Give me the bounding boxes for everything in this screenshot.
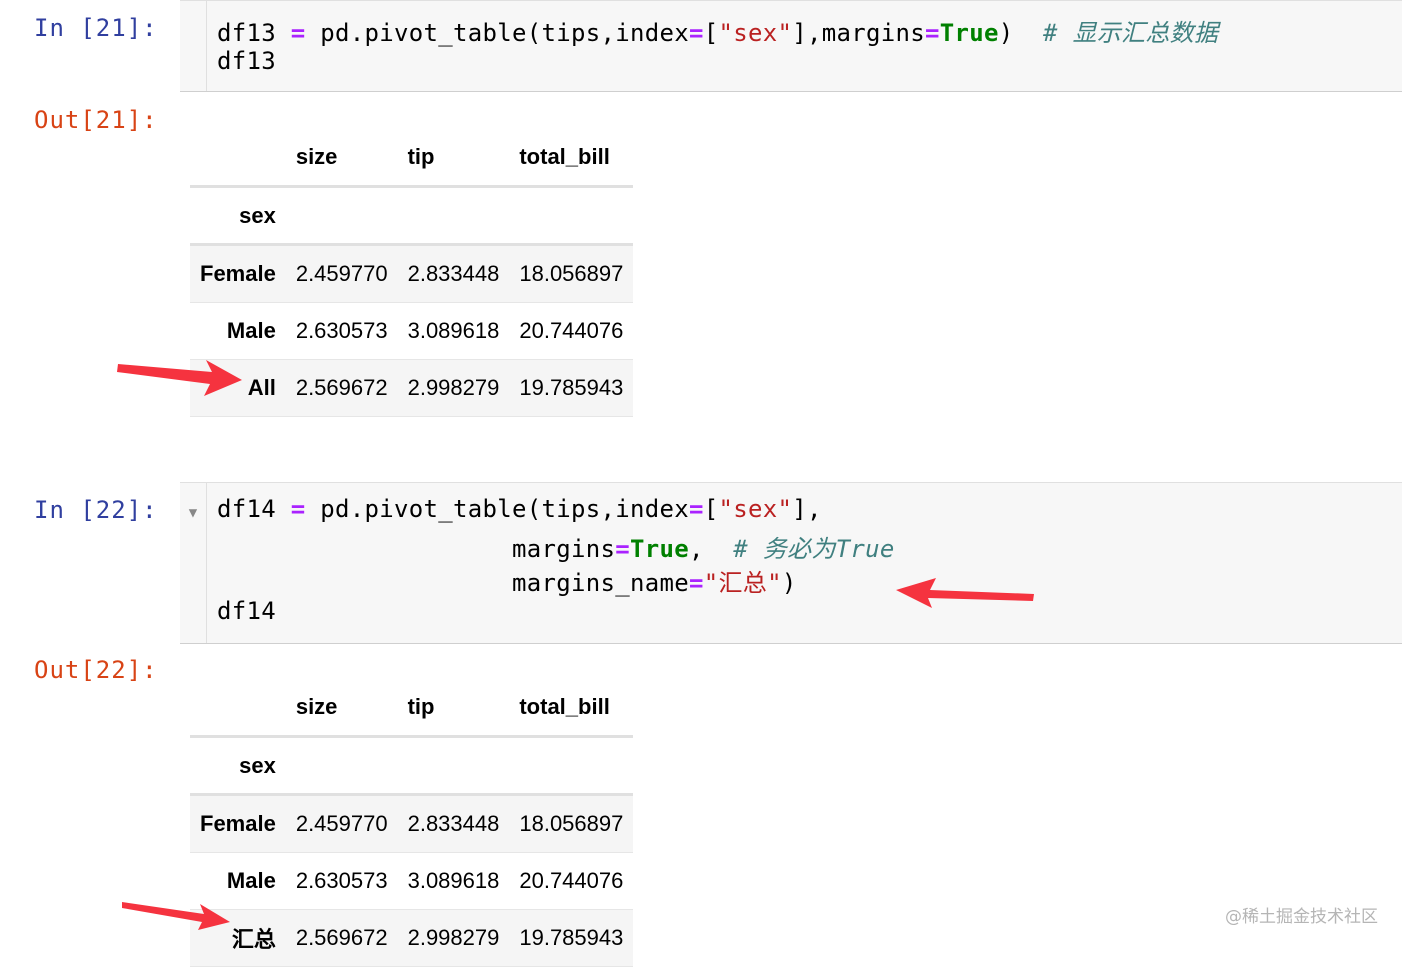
table-cell: 2.459770	[295, 811, 388, 836]
table-row: All 2.569672 2.998279 19.785943	[190, 359, 634, 417]
output-dataframe: size tip total_bill sex Female 2.459770 …	[190, 678, 634, 967]
code-token-cmt: # 务必为True	[733, 535, 895, 563]
table-cell: 2.630573	[295, 318, 388, 343]
table-cell: 3.089618	[407, 318, 500, 343]
table-cell: 20.744076	[519, 318, 624, 343]
column-header-row: size tip total_bill	[190, 678, 634, 738]
column-header: total_bill	[509, 678, 634, 738]
annotation-arrow-icon	[122, 902, 230, 930]
code-token: pd.pivot_table(tips,index	[305, 19, 689, 47]
code-editor[interactable]: df13 = pd.pivot_table(tips,index=["sex"]…	[206, 1, 1402, 91]
code-token: ,	[688, 535, 734, 563]
table-row: Female 2.459770 2.833448 18.056897	[190, 244, 634, 303]
watermark: @稀土掘金技术社区	[1225, 907, 1378, 927]
code-token: margins_name	[217, 569, 689, 597]
code-token: df13	[217, 47, 276, 75]
code-token: df14	[217, 597, 276, 625]
code-editor[interactable]: df14 = pd.pivot_table(tips,index=["sex"]…	[206, 483, 1402, 643]
code-line: df13 = pd.pivot_table(tips,index=["sex"]…	[217, 13, 1218, 48]
code-line: margins=True, # 务必为True	[217, 529, 895, 564]
code-token-str: "sex"	[718, 19, 793, 47]
index-name-row: sex	[190, 186, 634, 246]
code-token: margins	[217, 535, 616, 563]
output-dataframe: size tip total_bill sex Female 2.459770 …	[190, 128, 634, 417]
table-cell: 2.833448	[407, 811, 500, 836]
code-token: )	[998, 19, 1043, 47]
code-token-op: =	[688, 19, 704, 47]
table-cell: 2.998279	[407, 375, 500, 400]
table-cell: 2.569672	[295, 925, 388, 950]
input-prompt: In [22]:	[34, 496, 158, 524]
output-prompt: Out[21]:	[34, 106, 158, 134]
code-token-kw: True	[939, 19, 999, 47]
code-token: [	[703, 495, 719, 523]
input-prompt: In [21]:	[34, 14, 158, 42]
table-cell: 3.089618	[407, 868, 500, 893]
table-row: Male 2.630573 3.089618 20.744076	[190, 303, 634, 360]
column-header: tip	[397, 678, 510, 738]
code-cell[interactable]: df13 = pd.pivot_table(tips,index=["sex"]…	[180, 0, 1402, 92]
code-line: df14 = pd.pivot_table(tips,index=["sex"]…	[217, 495, 822, 523]
table-row: 汇总 2.569672 2.998279 19.785943	[190, 909, 634, 967]
column-header: size	[285, 128, 398, 188]
table-cell: 19.785943	[519, 375, 624, 400]
table-cell: 18.056897	[519, 811, 624, 836]
code-token-op: =	[290, 19, 306, 47]
column-header: total_bill	[509, 128, 634, 188]
code-token: ],	[792, 495, 822, 523]
table-cell: 2.459770	[295, 261, 388, 286]
code-line: df13	[217, 47, 276, 75]
code-token-op: =	[615, 535, 630, 563]
code-token: )	[781, 569, 797, 597]
table-cell: 2.630573	[295, 868, 388, 893]
code-token-op: =	[688, 569, 704, 597]
index-name: sex	[190, 186, 286, 246]
code-token: [	[703, 19, 719, 47]
column-header: tip	[397, 128, 510, 188]
code-token-str: "sex"	[718, 495, 793, 523]
code-token-cmt: # 显示汇总数据	[1042, 19, 1219, 47]
code-token: ],margins	[792, 19, 925, 47]
index-name-row: sex	[190, 736, 634, 796]
code-line: margins_name="汇总")	[217, 563, 797, 598]
code-line: df14	[217, 597, 276, 625]
column-header-row: size tip total_bill	[190, 128, 634, 188]
code-token-op: =	[924, 19, 940, 47]
collapse-toggle-icon[interactable]: ▼	[180, 505, 206, 521]
corner-cell	[190, 128, 286, 188]
code-token-kw: True	[629, 535, 689, 563]
annotation-arrow-icon	[117, 360, 242, 396]
code-token-str: "汇总"	[703, 569, 782, 597]
annotation-arrow-icon	[896, 578, 1034, 608]
table-cell: 20.744076	[519, 868, 624, 893]
corner-cell	[190, 678, 286, 738]
table-cell: 19.785943	[519, 925, 624, 950]
index-name: sex	[190, 736, 286, 796]
table-cell: 2.998279	[407, 925, 500, 950]
table-cell: 2.569672	[295, 375, 388, 400]
table-row: Male 2.630573 3.089618 20.744076	[190, 853, 634, 910]
row-label: Female	[200, 261, 276, 286]
output-prompt: Out[22]:	[34, 656, 158, 684]
code-token-op: =	[688, 495, 704, 523]
row-label: Female	[200, 811, 276, 836]
code-cell[interactable]: ▼ df14 = pd.pivot_table(tips,index=["sex…	[180, 482, 1402, 644]
code-token: df14	[217, 495, 291, 523]
column-header: size	[285, 678, 398, 738]
table-cell: 18.056897	[519, 261, 624, 286]
table-row: Female 2.459770 2.833448 18.056897	[190, 794, 634, 853]
table-cell: 2.833448	[407, 261, 500, 286]
code-token: pd.pivot_table(tips,index	[305, 495, 689, 523]
row-label: Male	[226, 318, 276, 343]
code-token-op: =	[290, 495, 306, 523]
code-token: df13	[217, 19, 291, 47]
